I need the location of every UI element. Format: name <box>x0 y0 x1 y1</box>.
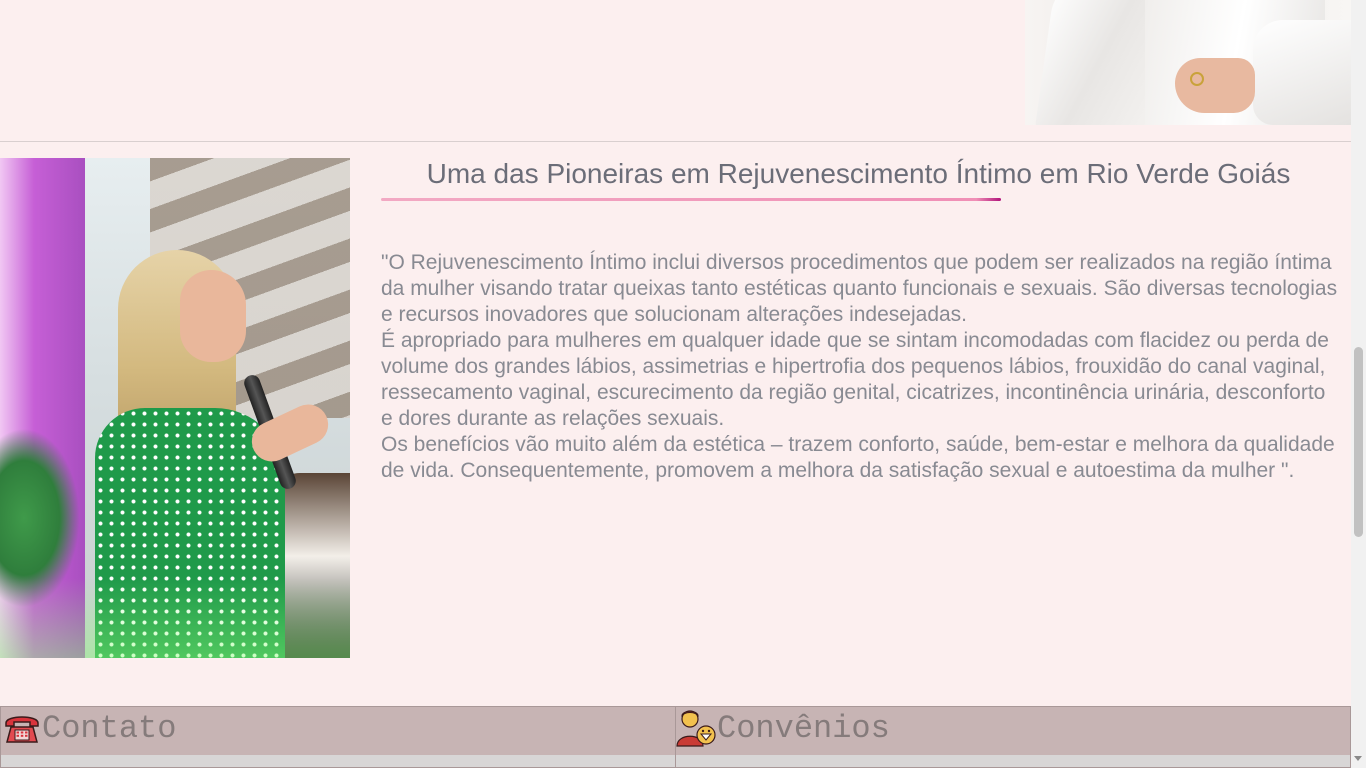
photo-glow <box>0 578 350 658</box>
speaker-photo <box>0 158 350 658</box>
section-divider <box>0 141 1351 142</box>
article-body: "O Rejuvenescimento Íntimo inclui divers… <box>381 250 1339 484</box>
agent-icon <box>676 710 716 747</box>
info-bar: Contato Convênios <box>0 706 1351 768</box>
contato-panel-body <box>1 755 675 767</box>
article-paragraph: É apropriado para mulheres em qualquer i… <box>381 329 1329 430</box>
photo-cuff <box>1253 20 1351 125</box>
article-title: Uma das Pioneiras em Rejuvenescimento Ín… <box>426 158 1291 189</box>
article-paragraph: Os benefícios vão muito além da estética… <box>381 433 1335 482</box>
contato-title: Contato <box>42 710 177 747</box>
telephone-icon <box>5 716 39 743</box>
convenios-panel-body <box>676 755 1350 767</box>
contato-panel[interactable]: Contato <box>0 706 676 768</box>
photo-ring <box>1190 72 1204 86</box>
page: Uma das Pioneiras em Rejuvenescimento Ín… <box>0 0 1366 768</box>
vertical-scrollbar[interactable] <box>1351 0 1366 768</box>
title-underline <box>381 198 1001 201</box>
photo-face <box>180 270 246 362</box>
convenios-panel[interactable]: Convênios <box>675 706 1351 768</box>
scroll-down-arrow-icon[interactable] <box>1354 756 1362 761</box>
convenios-panel-header[interactable]: Convênios <box>676 707 1350 755</box>
scrollbar-thumb[interactable] <box>1354 347 1363 537</box>
article-paragraph: "O Rejuvenescimento Íntimo inclui divers… <box>381 251 1338 326</box>
convenios-title: Convênios <box>717 710 890 747</box>
contato-panel-header[interactable]: Contato <box>1 707 675 755</box>
doctor-hero-photo <box>1025 0 1351 125</box>
photo-hand <box>1175 58 1255 113</box>
